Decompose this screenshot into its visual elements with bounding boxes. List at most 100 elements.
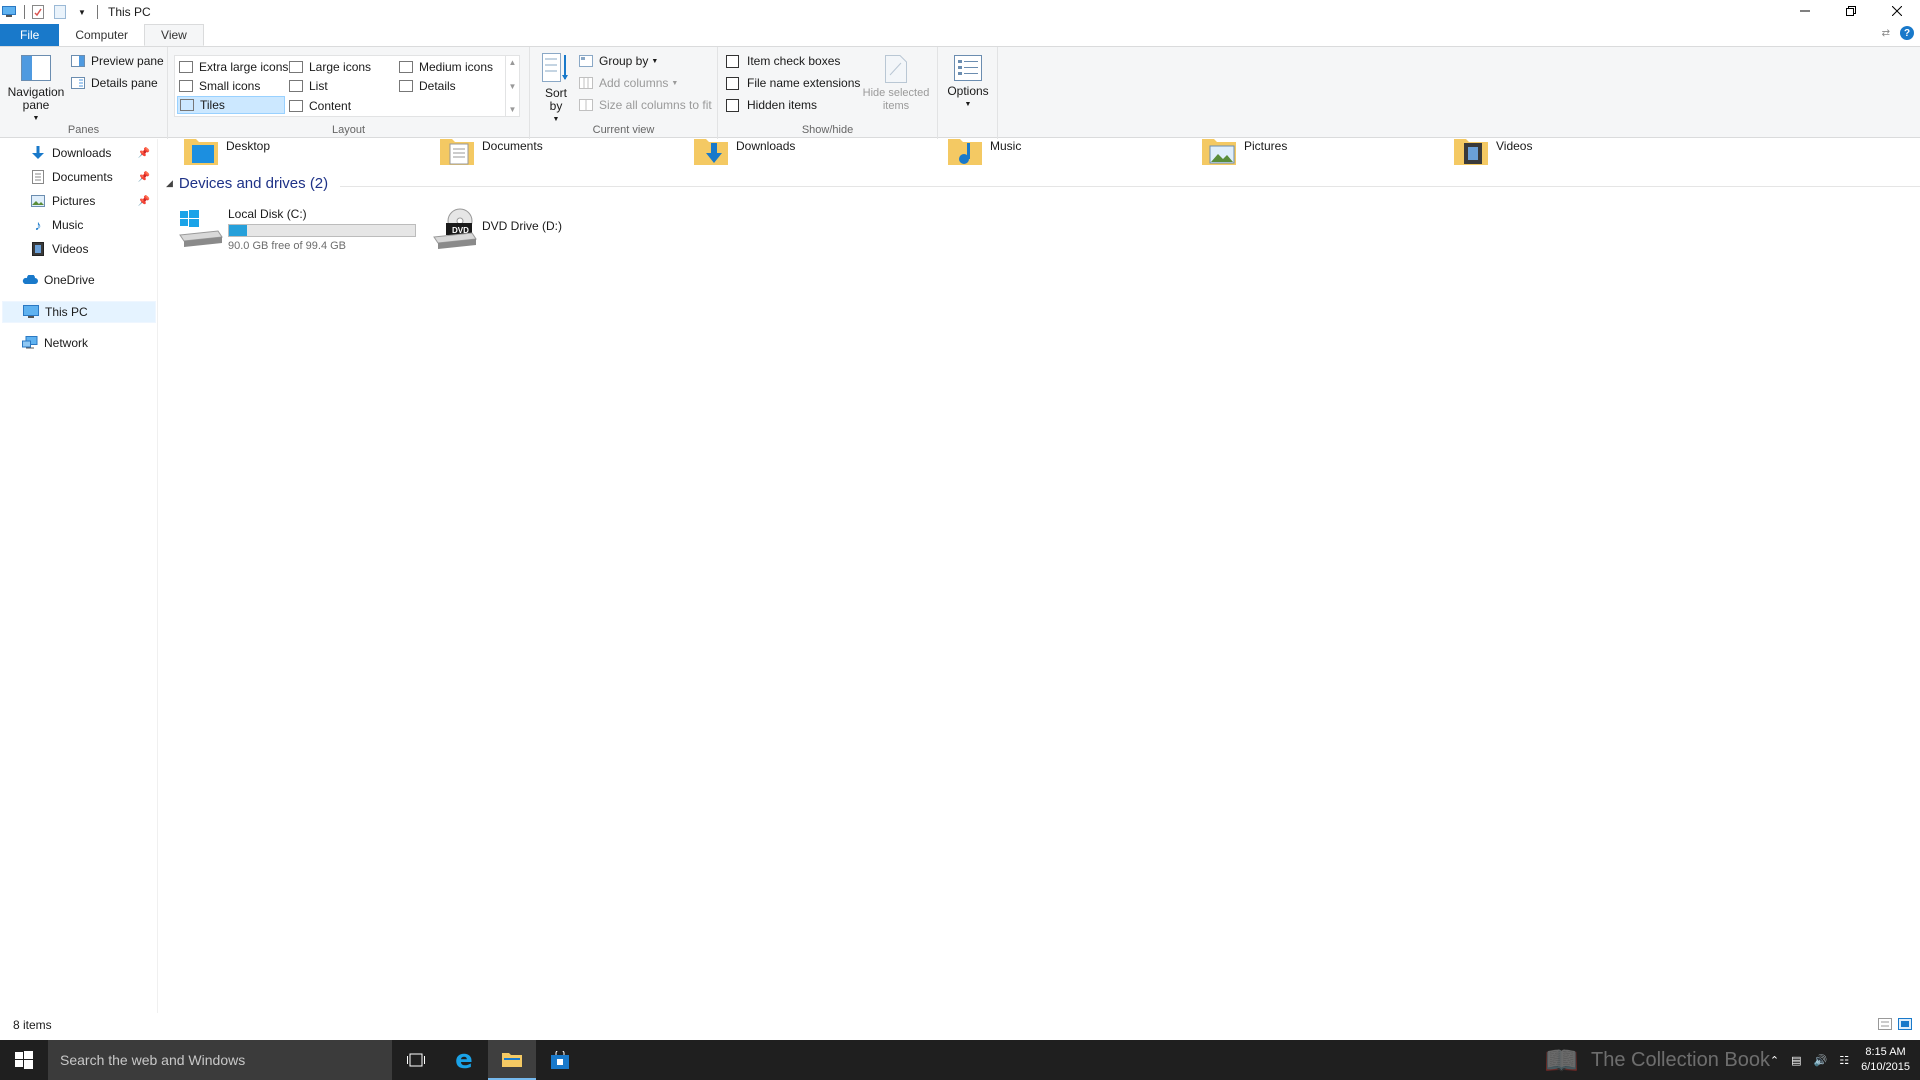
sidebar-item-label: This PC — [45, 305, 88, 319]
sort-by-button[interactable]: Sort by ▼ — [538, 53, 574, 126]
layout-item-label: Tiles — [200, 98, 225, 112]
devices-and-drives-header[interactable]: ◢ Devices and drives (2) — [166, 175, 328, 192]
book-icon: 📖 — [1544, 1044, 1580, 1076]
layout-large-icons[interactable]: Large icons — [289, 58, 371, 76]
documents-icon — [30, 169, 46, 185]
sidebar-item-downloads[interactable]: Downloads 📌 — [30, 142, 156, 164]
customize-dropdown-icon[interactable]: ▼ — [75, 5, 89, 19]
status-bar: 8 items — [0, 1013, 1920, 1037]
help-icon[interactable]: ? — [1900, 26, 1914, 40]
sidebar-item-this-pc[interactable]: This PC — [2, 301, 156, 323]
new-folder-icon[interactable] — [53, 5, 67, 19]
preview-pane-button[interactable]: Preview pane — [70, 52, 164, 70]
hidden-items-checkbox[interactable] — [726, 98, 739, 112]
window-title: This PC — [108, 5, 151, 19]
scroll-down-icon[interactable]: ▼ — [509, 82, 517, 91]
options-label: Options — [947, 84, 989, 98]
taskbar-store-button[interactable] — [536, 1040, 584, 1080]
edge-browser-icon: e — [455, 1045, 473, 1075]
options-button[interactable]: Options ▼ — [944, 55, 992, 111]
taskbar-edge-button[interactable]: e — [440, 1040, 488, 1080]
taskbar-clock[interactable]: 8:15 AM 6/10/2015 — [1861, 1045, 1910, 1075]
drive-dvd-d[interactable]: DVD DVD Drive (D:) — [432, 207, 562, 251]
item-check-boxes-checkbox[interactable] — [726, 54, 739, 68]
item-check-boxes-option[interactable]: Item check boxes — [726, 52, 840, 70]
sidebar-item-onedrive[interactable]: OneDrive — [22, 269, 95, 291]
folder-documents[interactable]: Documents — [440, 139, 543, 169]
add-columns-button[interactable]: Add columns ▼ — [578, 74, 678, 92]
collapse-triangle-icon[interactable]: ◢ — [166, 178, 173, 189]
store-bag-icon — [551, 1051, 569, 1069]
layout-extra-large-icons[interactable]: Extra large icons — [179, 58, 288, 76]
restore-button[interactable] — [1828, 0, 1874, 22]
options-group: Options ▼ — [938, 47, 998, 139]
navigation-pane-icon — [21, 55, 51, 81]
downloads-folder-icon — [694, 139, 728, 165]
close-icon — [1892, 6, 1902, 16]
details-pane-button[interactable]: Details pane — [70, 74, 158, 92]
drive-details: Local Disk (C:) 90.0 GB free of 99.4 GB — [228, 207, 416, 252]
size-all-columns-button[interactable]: Size all columns to fit — [578, 96, 712, 114]
taskbar-search-box[interactable]: Search the web and Windows — [48, 1040, 392, 1080]
drive-local-disk-c[interactable]: Local Disk (C:) 90.0 GB free of 99.4 GB — [178, 207, 416, 252]
current-view-group-label: Current view — [592, 124, 655, 136]
navigation-pane: Downloads 📌 Documents 📌 Pictures 📌 ♪ Mus… — [0, 139, 158, 1013]
start-button[interactable] — [0, 1040, 48, 1080]
tab-file[interactable]: File — [0, 24, 60, 46]
tab-computer[interactable]: Computer — [59, 24, 144, 46]
folder-label: Pictures — [1244, 139, 1288, 153]
sidebar-item-label: Documents — [52, 170, 113, 184]
taskbar-file-explorer-button[interactable] — [488, 1040, 536, 1080]
restore-icon — [1846, 6, 1856, 16]
details-view-icon[interactable] — [1878, 1018, 1892, 1030]
layout-small-icons[interactable]: Small icons — [179, 77, 260, 95]
navigation-pane-button[interactable]: Navigation pane ▼ — [6, 55, 66, 125]
sidebar-item-label: Downloads — [52, 146, 112, 160]
layout-details[interactable]: Details — [399, 77, 456, 95]
sidebar-item-pictures[interactable]: Pictures 📌 — [30, 190, 156, 212]
large-icons-view-icon[interactable] — [1898, 1018, 1912, 1030]
network-status-icon[interactable]: ▤ — [1791, 1054, 1801, 1067]
volume-icon[interactable]: 🔊 — [1813, 1054, 1827, 1067]
hide-selected-items-button[interactable]: Hide selected items — [860, 55, 932, 113]
size-columns-icon — [578, 98, 594, 112]
folder-label: Documents — [482, 139, 543, 153]
pin-icon[interactable]: 📌 — [138, 148, 150, 159]
action-center-icon[interactable]: ☷ — [1839, 1054, 1849, 1067]
drive-usage-bar — [228, 224, 416, 237]
gallery-more-icon[interactable]: ▼ — [509, 105, 517, 114]
folder-pictures[interactable]: Pictures — [1202, 139, 1287, 169]
minimize-button[interactable] — [1782, 0, 1828, 22]
add-columns-label: Add columns — [599, 76, 669, 90]
folder-music[interactable]: Music — [948, 139, 1021, 169]
close-button[interactable] — [1874, 0, 1920, 22]
pin-icon[interactable]: 📌 — [138, 196, 150, 207]
drive-free-space: 90.0 GB free of 99.4 GB — [228, 240, 347, 252]
file-name-extensions-checkbox[interactable] — [726, 76, 739, 90]
folder-videos[interactable]: Videos — [1454, 139, 1532, 169]
group-by-button[interactable]: Group by ▼ — [578, 52, 658, 70]
sidebar-item-music[interactable]: ♪ Music — [30, 214, 84, 236]
sidebar-item-documents[interactable]: Documents 📌 — [30, 166, 156, 188]
file-name-extensions-option[interactable]: File name extensions — [726, 74, 860, 92]
tab-view[interactable]: View — [144, 24, 204, 46]
pin-icon[interactable]: 📌 — [138, 172, 150, 183]
expand-ribbon-icon[interactable]: ⇄ — [1882, 28, 1890, 39]
properties-icon[interactable] — [31, 5, 45, 19]
folder-downloads[interactable]: Downloads — [694, 139, 795, 169]
layout-gallery-scroll[interactable]: ▲ ▼ ▼ — [505, 56, 519, 116]
sidebar-item-network[interactable]: Network — [22, 332, 88, 354]
layout-tiles[interactable]: Tiles — [177, 96, 285, 114]
layout-content[interactable]: Content — [289, 97, 351, 115]
folder-desktop[interactable]: Desktop — [184, 139, 270, 169]
tray-chevron-up-icon[interactable]: ⌃ — [1770, 1054, 1779, 1067]
scroll-up-icon[interactable]: ▲ — [509, 58, 517, 67]
layout-medium-icons[interactable]: Medium icons — [399, 58, 493, 76]
computer-icon[interactable] — [2, 5, 16, 19]
documents-folder-icon — [440, 139, 474, 165]
sidebar-item-videos[interactable]: Videos — [30, 238, 88, 260]
pictures-folder-icon — [1202, 139, 1236, 165]
layout-list[interactable]: List — [289, 77, 328, 95]
hidden-items-option[interactable]: Hidden items — [726, 96, 817, 114]
task-view-button[interactable] — [392, 1040, 440, 1080]
